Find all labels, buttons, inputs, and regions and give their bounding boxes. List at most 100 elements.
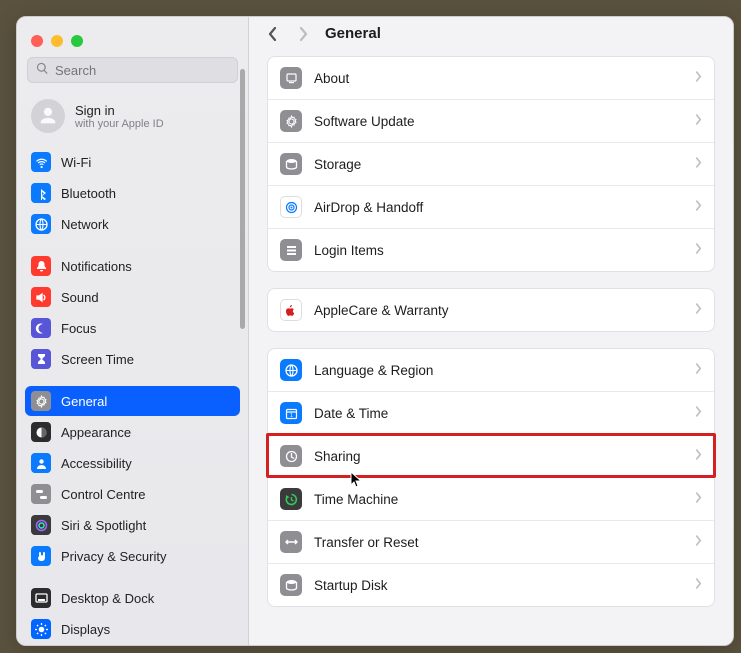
sign-in-title: Sign in <box>75 103 164 118</box>
gear-icon <box>31 391 51 411</box>
search-icon <box>36 62 49 78</box>
globe-icon <box>31 214 51 234</box>
forward-button[interactable] <box>295 26 311 42</box>
sidebar-item-sound[interactable]: Sound <box>25 282 240 312</box>
settings-row-label: Software Update <box>314 114 683 129</box>
sidebar-item-label: Sound <box>61 290 99 305</box>
settings-row-login-items[interactable]: Login Items <box>268 228 714 271</box>
arrows-icon <box>280 531 302 553</box>
settings-row-label: Transfer or Reset <box>314 535 683 550</box>
settings-row-time-machine[interactable]: Time Machine <box>268 477 714 520</box>
minimize-window-button[interactable] <box>51 35 63 47</box>
sidebar-item-network[interactable]: Network <box>25 209 240 239</box>
sidebar-item-displays[interactable]: Displays <box>25 614 240 644</box>
sidebar-item-label: Network <box>61 217 109 232</box>
bluetooth-icon <box>31 183 51 203</box>
sidebar-item-accessibility[interactable]: Accessibility <box>25 448 240 478</box>
system-settings-window: Sign in with your Apple ID Wi-Fi Bluetoot… <box>16 16 734 646</box>
settings-row-storage[interactable]: Storage <box>268 142 714 185</box>
dock-icon <box>31 588 51 608</box>
sidebar-item-general[interactable]: General <box>25 386 240 416</box>
settings-row-label: Date & Time <box>314 406 683 421</box>
settings-row-label: Sharing <box>314 449 683 464</box>
sun-icon <box>31 619 51 639</box>
settings-row-label: AppleCare & Warranty <box>314 303 683 318</box>
sidebar-item-appearance[interactable]: Appearance <box>25 417 240 447</box>
back-button[interactable] <box>265 26 281 42</box>
sidebar-item-label: Desktop & Dock <box>61 591 154 606</box>
settings-row-about[interactable]: About <box>268 57 714 99</box>
settings-row-label: Time Machine <box>314 492 683 507</box>
sidebar-item-bluetooth[interactable]: Bluetooth <box>25 178 240 208</box>
bell-icon <box>31 256 51 276</box>
close-window-button[interactable] <box>31 35 43 47</box>
sidebar-item-notifications[interactable]: Notifications <box>25 251 240 281</box>
sidebar-item-label: Wi-Fi <box>61 155 91 170</box>
sidebar-item-privacy-security[interactable]: Privacy & Security <box>25 541 240 571</box>
chevron-right-icon <box>695 112 702 130</box>
sidebar-item-desktop-dock[interactable]: Desktop & Dock <box>25 583 240 613</box>
sign-in-row[interactable]: Sign in with your Apple ID <box>17 91 248 147</box>
sidebar-item-label: Focus <box>61 321 96 336</box>
globe-icon <box>280 359 302 381</box>
settings-row-date-time[interactable]: 1Date & Time <box>268 391 714 434</box>
search-field[interactable] <box>27 57 238 83</box>
sidebar-list: Wi-Fi Bluetooth Network Notifications Sound F… <box>17 147 248 645</box>
hourglass-icon <box>31 349 51 369</box>
settings-row-language-region[interactable]: Language & Region <box>268 349 714 391</box>
main-panel: General About Software Update Storage AirDr… <box>249 17 733 645</box>
sign-in-subtitle: with your Apple ID <box>75 118 164 130</box>
sidebar-item-label: Notifications <box>61 259 132 274</box>
chevron-right-icon <box>695 198 702 216</box>
content-area: About Software Update Storage AirDrop & Han… <box>249 52 733 645</box>
chevron-right-icon <box>695 447 702 465</box>
sidebar-scrollbar[interactable] <box>240 69 245 329</box>
wifi-icon <box>31 152 51 172</box>
settings-row-applecare-warranty[interactable]: AppleCare & Warranty <box>268 289 714 331</box>
sidebar-item-siri-spotlight[interactable]: Siri & Spotlight <box>25 510 240 540</box>
settings-row-transfer-or-reset[interactable]: Transfer or Reset <box>268 520 714 563</box>
sidebar-item-focus[interactable]: Focus <box>25 313 240 343</box>
settings-row-software-update[interactable]: Software Update <box>268 99 714 142</box>
chevron-right-icon <box>695 490 702 508</box>
settings-row-label: AirDrop & Handoff <box>314 200 683 215</box>
settings-row-label: Language & Region <box>314 363 683 378</box>
page-title: General <box>325 25 381 42</box>
sidebar-item-label: Displays <box>61 622 110 637</box>
chevron-right-icon <box>695 69 702 87</box>
sidebar-item-label: Screen Time <box>61 352 134 367</box>
sidebar-item-screen-time[interactable]: Screen Time <box>25 344 240 374</box>
zoom-window-button[interactable] <box>71 35 83 47</box>
sidebar-item-label: Siri & Spotlight <box>61 518 146 533</box>
sidebar-item-wi-fi[interactable]: Wi-Fi <box>25 147 240 177</box>
clockback-icon <box>280 488 302 510</box>
sidebar: Sign in with your Apple ID Wi-Fi Bluetoot… <box>17 17 249 645</box>
chevron-right-icon <box>695 533 702 551</box>
sidebar-item-label: Appearance <box>61 425 131 440</box>
moon-icon <box>31 318 51 338</box>
settings-group: AppleCare & Warranty <box>267 288 715 332</box>
chevron-right-icon <box>695 241 702 259</box>
sidebar-item-label: Control Centre <box>61 487 146 502</box>
hand-icon <box>31 546 51 566</box>
list-icon <box>280 239 302 261</box>
chevron-right-icon <box>695 155 702 173</box>
settings-row-airdrop-handoff[interactable]: AirDrop & Handoff <box>268 185 714 228</box>
disk-icon <box>280 153 302 175</box>
settings-row-label: About <box>314 71 683 86</box>
share-icon <box>280 445 302 467</box>
avatar-placeholder-icon <box>31 99 65 133</box>
sidebar-item-label: General <box>61 394 107 409</box>
siri-icon <box>31 515 51 535</box>
person-icon <box>31 453 51 473</box>
sidebar-item-control-centre[interactable]: Control Centre <box>25 479 240 509</box>
settings-row-sharing[interactable]: Sharing <box>268 434 714 477</box>
chevron-right-icon <box>695 576 702 594</box>
chevron-right-icon <box>695 301 702 319</box>
switches-icon <box>31 484 51 504</box>
settings-row-label: Storage <box>314 157 683 172</box>
settings-row-startup-disk[interactable]: Startup Disk <box>268 563 714 606</box>
search-input[interactable] <box>55 63 229 78</box>
settings-group: About Software Update Storage AirDrop & Han… <box>267 56 715 272</box>
gear-icon <box>280 110 302 132</box>
